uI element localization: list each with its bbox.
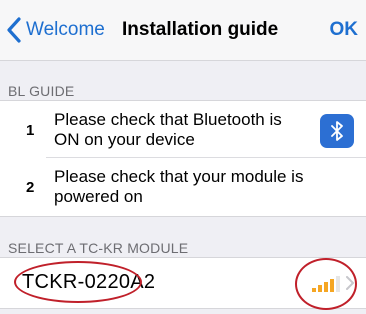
page-title: Installation guide [122, 19, 279, 40]
navigation-bar: Welcome Installation guide OK [0, 0, 366, 61]
step-text: Please check that your module is powered… [54, 167, 304, 206]
row-divider [46, 157, 366, 158]
ok-button[interactable]: OK [330, 19, 359, 41]
module-list: TCKR-0220A2 [0, 257, 366, 310]
step-number: 1 [26, 122, 35, 139]
back-label: Welcome [26, 19, 105, 40]
back-button[interactable]: Welcome [6, 15, 105, 45]
module-row[interactable]: TCKR-0220A2 [0, 258, 366, 310]
bluetooth-icon [320, 114, 354, 148]
annotation-circle [14, 261, 142, 303]
module-section-header: SELECT A TC-KR MODULE [8, 240, 189, 256]
bl-guide-header: BL GUIDE [8, 83, 75, 99]
annotation-circle [295, 258, 357, 310]
step-number: 2 [26, 179, 35, 196]
chevron-left-icon [7, 17, 21, 43]
guide-steps-group: 1 Please check that Bluetooth is ON on y… [0, 100, 366, 217]
step-text: Please check that Bluetooth is ON on you… [54, 110, 282, 149]
